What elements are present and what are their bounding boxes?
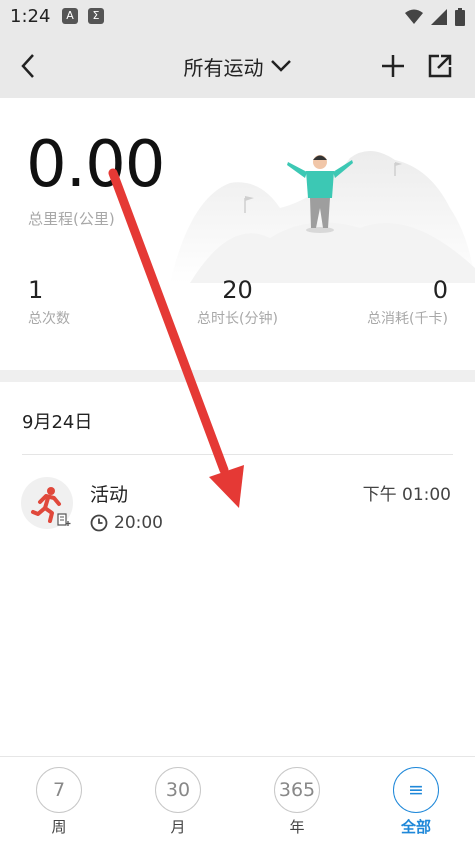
month-icon: 30 bbox=[155, 767, 201, 813]
total-distance-label: 总里程(公里) bbox=[28, 210, 115, 228]
activity-avatar bbox=[21, 477, 73, 529]
tab-month-label: 月 bbox=[170, 818, 186, 836]
summary-panel: 0.00 总里程(公里) 1 总次数 20 总时长(分钟) 0 总消耗(千卡) bbox=[0, 98, 475, 370]
bottom-navigation: 7 周 30 月 365 年 ≡ 全部 bbox=[0, 756, 475, 845]
signal-icon bbox=[431, 9, 447, 25]
tab-year-label: 年 bbox=[289, 818, 305, 836]
date-divider bbox=[22, 454, 453, 455]
status-icons bbox=[405, 8, 465, 26]
stat-calories: 0 总消耗(千卡) bbox=[367, 276, 448, 328]
share-icon bbox=[428, 54, 452, 78]
page-title: 所有运动 bbox=[183, 55, 264, 80]
stat-calories-label: 总消耗(千卡) bbox=[367, 311, 448, 327]
activity-list-item[interactable]: 活动 下午 01:00 20:00 bbox=[0, 468, 475, 548]
status-time: 1:24 bbox=[10, 6, 51, 27]
clock-icon bbox=[90, 514, 108, 532]
notification-badge-sigma: Σ bbox=[88, 8, 104, 24]
stat-calories-value: 0 bbox=[432, 276, 448, 304]
section-divider bbox=[0, 370, 475, 382]
tab-all[interactable]: ≡ 全部 bbox=[357, 757, 475, 845]
mountain-illustration bbox=[170, 150, 475, 283]
date-header: 9月24日 bbox=[22, 412, 93, 433]
wifi-icon bbox=[405, 9, 423, 24]
chevron-down-icon bbox=[270, 60, 291, 72]
year-icon: 365 bbox=[274, 767, 320, 813]
list-icon: ≡ bbox=[393, 767, 439, 813]
activity-title: 活动 bbox=[90, 484, 129, 506]
app-bar: 所有运动 bbox=[0, 34, 475, 98]
status-bar: 1:24 A Σ bbox=[0, 0, 475, 34]
activity-duration: 20:00 bbox=[90, 513, 163, 533]
tab-week[interactable]: 7 周 bbox=[0, 757, 118, 845]
notification-badge-a: A bbox=[62, 8, 78, 24]
plus-icon bbox=[382, 55, 404, 77]
total-distance-value: 0.00 bbox=[26, 128, 165, 202]
activity-duration-value: 20:00 bbox=[114, 513, 163, 533]
activity-start-time: 下午 01:00 bbox=[362, 485, 451, 505]
week-icon: 7 bbox=[36, 767, 82, 813]
tab-year[interactable]: 365 年 bbox=[238, 757, 356, 845]
battery-icon bbox=[455, 8, 465, 26]
tab-week-label: 周 bbox=[51, 818, 67, 836]
share-button[interactable] bbox=[424, 50, 456, 82]
tab-month[interactable]: 30 月 bbox=[119, 757, 237, 845]
manual-entry-icon bbox=[57, 513, 71, 526]
add-button[interactable] bbox=[377, 50, 409, 82]
tab-all-label: 全部 bbox=[400, 818, 431, 836]
